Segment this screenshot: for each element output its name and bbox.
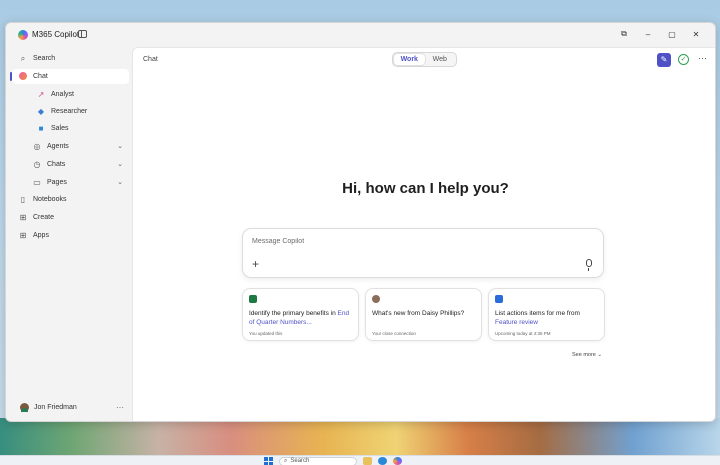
taskbar-items: ⌕ Search	[264, 456, 402, 465]
suggestion-text: What's new from Daisy Phillips?	[372, 310, 465, 317]
sales-icon: ■	[38, 124, 44, 133]
copilot-taskbar-icon[interactable]	[393, 457, 402, 465]
sidebar-item-sales[interactable]: ■ Sales	[12, 121, 129, 136]
chevron-down-icon[interactable]: ⌄	[117, 178, 123, 186]
sidebar-item-label: Sales	[51, 125, 69, 132]
sidebar-item-label: Analyst	[51, 91, 74, 98]
sidebar-item-label: Notebooks	[33, 196, 67, 203]
sidebar-item-agents[interactable]: ◎ Agents ⌄	[12, 139, 129, 154]
sidebar-item-label: Agents	[47, 143, 69, 150]
search-icon: ⌕	[20, 53, 26, 63]
work-tab[interactable]: Work	[394, 54, 425, 65]
suggestion-meta: Your close connection	[372, 331, 416, 336]
desktop-wallpaper	[0, 418, 720, 456]
create-icon: ⊞	[19, 213, 27, 222]
sidebar-item-label: Apps	[33, 232, 49, 239]
excel-icon	[249, 295, 257, 303]
taskbar: ⌕ Search	[0, 455, 720, 465]
agents-icon: ◎	[33, 142, 41, 151]
suggestion-text: List actions items for me from Feature r…	[495, 310, 580, 326]
search-icon: ⌕	[284, 457, 288, 464]
main-pane: Chat Work Web ✎ ✓ ··· Hi, how can I help…	[132, 47, 715, 421]
more-options-icon[interactable]: ···	[116, 403, 124, 412]
copilot-logo-icon	[18, 30, 28, 40]
suggestion-text: Identify the primary benefits in End of …	[249, 310, 350, 326]
windows-start-icon[interactable]	[264, 456, 273, 465]
taskbar-search[interactable]: ⌕ Search	[279, 456, 357, 465]
sidebar-item-label: Pages	[47, 179, 67, 186]
title-bar: M365 Copilot ⧉ – ▢ ✕	[6, 23, 715, 47]
greeting-heading: Hi, how can I help you?	[342, 180, 509, 197]
sidebar-item-researcher[interactable]: ◆ Researcher	[12, 104, 129, 119]
pages-icon: ▭	[33, 178, 41, 187]
maximize-button[interactable]: ▢	[667, 30, 677, 39]
work-web-toggle: Work Web	[392, 52, 457, 67]
microphone-icon[interactable]	[586, 259, 592, 271]
sidebar-toggle-icon[interactable]	[78, 30, 87, 38]
close-button[interactable]: ✕	[691, 30, 701, 39]
chevron-down-icon[interactable]: ⌄	[117, 160, 123, 168]
sidebar-item-chat[interactable]: Chat	[10, 69, 129, 84]
edge-icon[interactable]	[378, 457, 387, 465]
new-chat-button[interactable]: ✎	[657, 53, 671, 67]
app-title: M365 Copilot	[32, 30, 80, 39]
suggestion-card[interactable]: List actions items for me from Feature r…	[488, 288, 605, 341]
sidebar-item-label: Researcher	[51, 108, 88, 115]
window-controls: ⧉ – ▢ ✕	[619, 29, 701, 39]
web-tab[interactable]: Web	[425, 54, 456, 65]
page-title: Chat	[143, 56, 158, 63]
suggestion-link: Feature review	[495, 319, 538, 326]
snap-icon[interactable]: ⧉	[619, 29, 629, 39]
taskbar-search-label: Search	[290, 458, 310, 464]
researcher-icon: ◆	[37, 107, 45, 116]
sidebar-item-label: Search	[33, 55, 56, 62]
analyst-icon: ↗	[37, 90, 45, 99]
sidebar-item-search[interactable]: ⌕ Search	[12, 51, 129, 66]
sidebar-item-analyst[interactable]: ↗ Analyst	[12, 87, 129, 102]
suggestion-card[interactable]: What's new from Daisy Phillips? Your clo…	[365, 288, 482, 341]
sidebar-item-apps[interactable]: ⊞ Apps	[12, 228, 129, 243]
minimize-button[interactable]: –	[643, 30, 653, 39]
chevron-down-icon[interactable]: ⌄	[117, 142, 123, 150]
notebooks-icon: ▯	[20, 195, 26, 204]
sidebar-item-label: Chat	[33, 73, 48, 80]
see-more-link[interactable]: See more ⌄	[572, 352, 602, 358]
message-composer: +	[242, 228, 604, 278]
suggestion-meta: You updated this	[249, 331, 283, 336]
avatar	[20, 403, 29, 412]
sidebar-item-label: Create	[33, 214, 55, 221]
add-attachment-icon[interactable]: +	[252, 257, 259, 271]
chats-icon: ◷	[33, 160, 41, 169]
sidebar-item-pages[interactable]: ▭ Pages ⌄	[12, 175, 129, 190]
message-input[interactable]	[252, 235, 552, 247]
sidebar-item-notebooks[interactable]: ▯ Notebooks	[12, 192, 129, 207]
user-name: Jon Friedman	[34, 404, 77, 411]
sidebar-item-create[interactable]: ⊞ Create	[12, 210, 129, 225]
user-profile[interactable]: Jon Friedman	[20, 403, 77, 412]
sidebar-item-chats[interactable]: ◷ Chats ⌄	[12, 157, 129, 172]
sidebar: ⌕ Search Chat ↗ Analyst ◆ Researcher ■ S…	[6, 47, 132, 421]
sidebar-item-label: Chats	[47, 161, 66, 168]
status-check-icon[interactable]: ✓	[678, 54, 689, 65]
chat-icon	[18, 71, 28, 82]
suggestion-meta: Upcoming today at 4:35 PM	[495, 331, 551, 336]
app-window: M365 Copilot ⧉ – ▢ ✕ ⌕ Search Chat ↗ Ana…	[5, 22, 716, 422]
file-explorer-icon[interactable]	[363, 457, 372, 465]
calendar-icon	[495, 295, 503, 303]
apps-icon: ⊞	[19, 231, 27, 240]
suggestion-card[interactable]: Identify the primary benefits in End of …	[242, 288, 359, 341]
person-avatar-icon	[372, 295, 380, 303]
more-options-icon[interactable]: ···	[698, 53, 707, 63]
